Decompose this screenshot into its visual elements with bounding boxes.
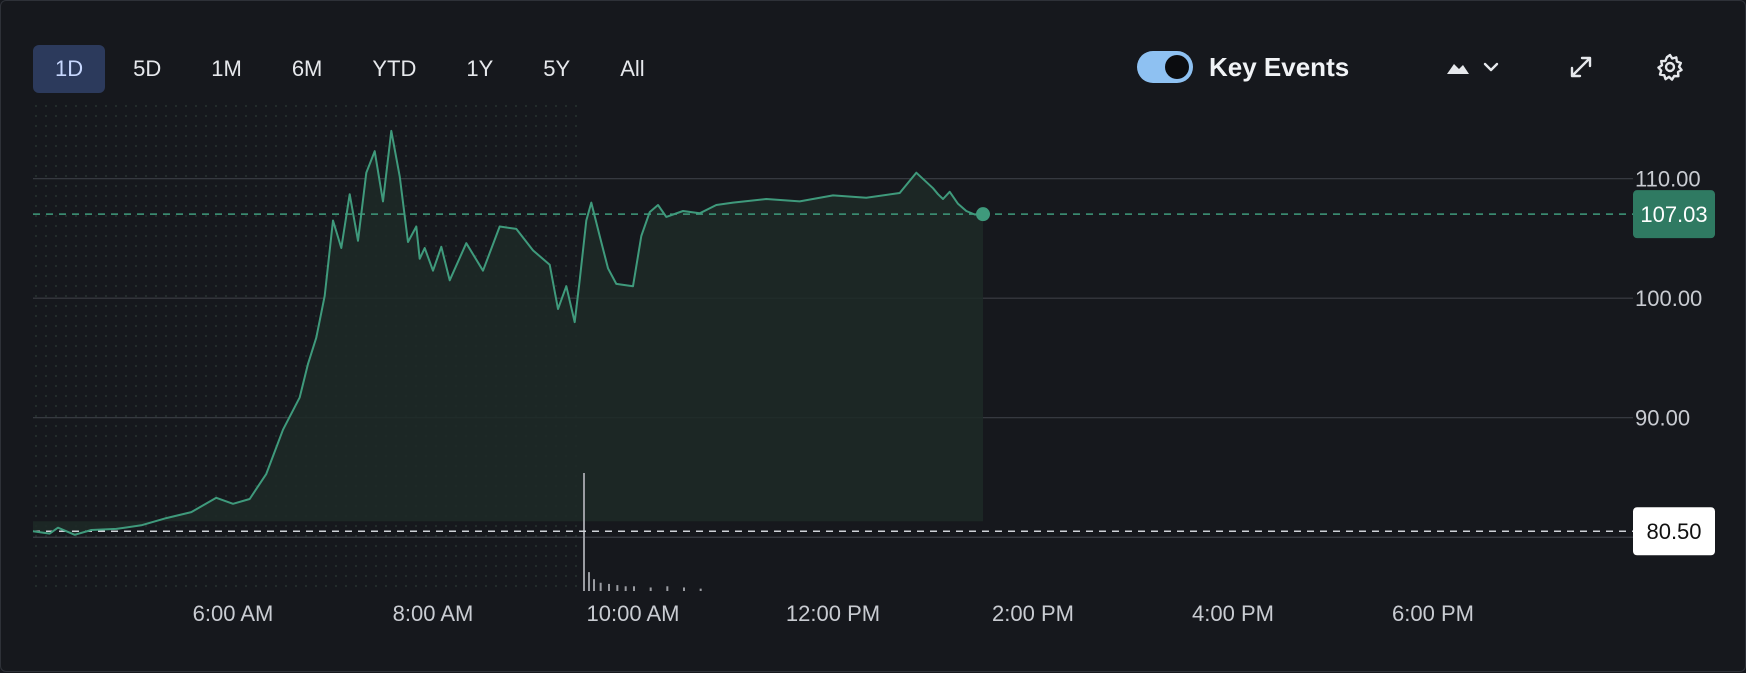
volume-bar (649, 587, 652, 591)
y-tick-label: 100.00 (1635, 286, 1702, 311)
last-price-badge-text: 107.03 (1640, 202, 1707, 227)
volume-bar (608, 583, 610, 591)
y-tick-label: 90.00 (1635, 406, 1690, 431)
x-tick-label: 6:00 PM (1392, 601, 1474, 626)
volume-bar (624, 586, 627, 591)
price-badges: 107.03 80.50 (1633, 190, 1715, 556)
x-tick-label: 12:00 PM (786, 601, 880, 626)
volume-bar (588, 572, 590, 591)
volume-bar (683, 587, 685, 591)
volume-bar (633, 586, 635, 591)
volume-bar (616, 585, 619, 591)
x-tick-label: 10:00 AM (587, 601, 680, 626)
volume-bar (593, 579, 595, 591)
volume-bar (666, 586, 669, 591)
x-tick-label: 8:00 AM (393, 601, 474, 626)
previous-close-badge: 80.50 (1633, 507, 1715, 556)
volume-bar (699, 588, 702, 591)
chart-panel: 1D 5D 1M 6M YTD 1Y 5Y All Key Events 110… (0, 0, 1746, 672)
volume-bar (583, 473, 585, 591)
last-price-badge: 107.03 (1633, 190, 1715, 239)
x-tick-label: 4:00 PM (1192, 601, 1274, 626)
x-axis-labels: 6:00 AM 8:00 AM 10:00 AM 12:00 PM 2:00 PM 4:0… (193, 601, 1474, 626)
y-tick-label: 110.00 (1635, 167, 1701, 192)
x-tick-label: 6:00 AM (193, 601, 274, 626)
price-chart: 110.00 100.00 90.00 6:00 AM 8:00 AM 10:00 AM… (32, 101, 1715, 626)
x-tick-label: 2:00 PM (992, 601, 1074, 626)
last-price-dot[interactable] (976, 207, 990, 222)
previous-close-badge-text: 80.50 (1646, 519, 1701, 544)
volume-bar (599, 582, 602, 591)
